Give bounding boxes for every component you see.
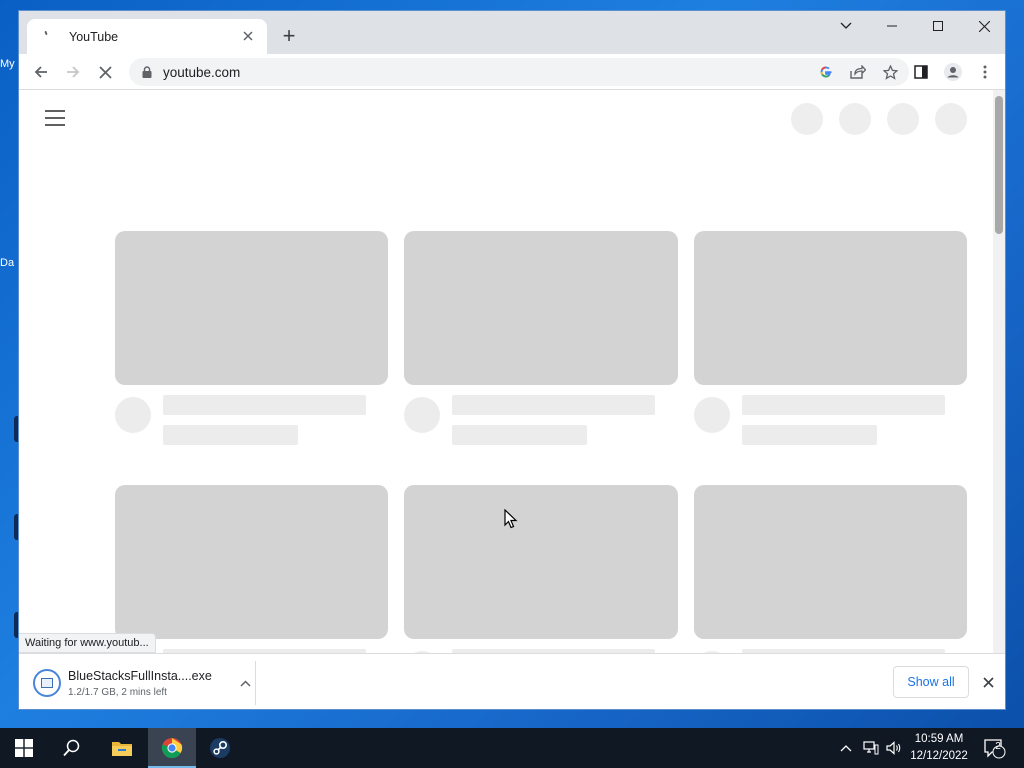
thumbnail-placeholder <box>404 231 678 385</box>
header-placeholder <box>935 103 967 135</box>
arrow-right-icon <box>67 66 80 78</box>
network-icon[interactable] <box>860 728 882 768</box>
clock-time: 10:59 AM <box>914 733 964 745</box>
download-item[interactable]: BlueStacksFullInsta....exe 1.2/1.7 GB, 2… <box>33 662 255 704</box>
divider <box>255 661 256 705</box>
chevron-up-icon[interactable] <box>235 673 255 693</box>
lock-icon[interactable] <box>139 64 155 80</box>
loading-favicon-icon <box>39 29 55 45</box>
title-placeholder <box>742 395 945 415</box>
header-placeholder <box>887 103 919 135</box>
file-explorer-icon[interactable] <box>98 728 146 768</box>
download-progress-icon <box>33 669 61 697</box>
address-bar[interactable]: youtube.com <box>129 58 909 86</box>
steam-icon[interactable] <box>196 728 244 768</box>
side-panel-icon[interactable] <box>907 58 935 86</box>
header-placeholder <box>839 103 871 135</box>
close-window-button[interactable] <box>961 11 1005 41</box>
title-placeholder <box>452 395 655 415</box>
thumbnail-placeholder <box>694 231 967 385</box>
video-skeleton-card[interactable] <box>115 485 388 653</box>
tab-youtube[interactable]: YouTube <box>27 19 267 54</box>
minimize-button[interactable] <box>869 11 915 41</box>
close-download-shelf-icon[interactable] <box>977 671 999 693</box>
clock-date: 12/12/2022 <box>910 750 968 762</box>
video-skeleton-card[interactable] <box>404 231 678 445</box>
kebab-menu-icon[interactable] <box>971 58 999 86</box>
chrome-icon[interactable] <box>148 728 196 768</box>
header-placeholder <box>791 103 823 135</box>
video-skeleton-card[interactable] <box>404 485 678 653</box>
download-progress-text: 1.2/1.7 GB, 2 mins left <box>68 686 167 698</box>
thumbnail-placeholder <box>694 485 967 639</box>
maximize-button[interactable] <box>915 11 961 41</box>
start-icon[interactable] <box>0 728 48 768</box>
video-skeleton-card[interactable] <box>115 231 388 445</box>
mouse-cursor-icon <box>504 509 518 529</box>
show-all-button[interactable]: Show all <box>893 666 969 698</box>
notification-center-icon[interactable]: 2 <box>980 728 1008 768</box>
youtube-page <box>19 90 994 653</box>
notification-count: 2 <box>995 741 1001 752</box>
download-shelf: BlueStacksFullInsta....exe 1.2/1.7 GB, 2… <box>19 653 1005 709</box>
forward-button[interactable] <box>59 58 87 86</box>
system-clock[interactable]: 10:59 AM 12/12/2022 <box>904 731 974 765</box>
scrollbar-thumb[interactable] <box>995 96 1003 234</box>
avatar-placeholder <box>404 397 440 433</box>
status-bubble: Waiting for www.youtub... <box>19 633 156 653</box>
thumbnail-placeholder <box>115 231 388 385</box>
meta-placeholder <box>742 425 877 445</box>
meta-placeholder <box>452 425 587 445</box>
hamburger-menu-icon[interactable] <box>45 110 65 126</box>
desktop-icon-label[interactable]: My <box>0 58 18 70</box>
browser-window: YouTube + youtube.com Waiting for www.yo… <box>18 10 1006 710</box>
page-scrollbar[interactable] <box>993 90 1005 653</box>
download-file-name: BlueStacksFullInsta....exe <box>68 668 212 683</box>
google-icon[interactable] <box>815 61 837 83</box>
star-icon[interactable] <box>879 61 901 83</box>
desktop-icon-label[interactable]: Da <box>0 257 18 269</box>
search-icon[interactable] <box>48 728 96 768</box>
tab-search-icon[interactable] <box>823 11 869 41</box>
new-tab-button[interactable]: + <box>277 24 301 48</box>
stop-loading-button[interactable] <box>91 58 119 86</box>
arrow-left-icon <box>34 66 47 78</box>
share-icon[interactable] <box>847 61 869 83</box>
close-icon <box>98 65 112 79</box>
profile-icon[interactable] <box>939 58 967 86</box>
thumbnail-placeholder <box>115 485 388 639</box>
thumbnail-placeholder <box>404 485 678 639</box>
avatar-placeholder <box>115 397 151 433</box>
url-text[interactable]: youtube.com <box>163 65 815 80</box>
video-skeleton-card[interactable] <box>694 231 967 445</box>
browser-toolbar: youtube.com <box>19 54 1005 90</box>
back-button[interactable] <box>27 58 55 86</box>
tab-close-icon[interactable] <box>239 28 257 46</box>
taskbar: 10:59 AM 12/12/2022 2 <box>0 728 1024 768</box>
video-skeleton-card[interactable] <box>694 485 967 653</box>
title-bar: YouTube + <box>19 11 1005 54</box>
avatar-placeholder <box>694 397 730 433</box>
meta-placeholder <box>163 425 298 445</box>
tab-title: YouTube <box>69 29 119 44</box>
volume-icon[interactable] <box>884 728 904 768</box>
chevron-up-icon[interactable] <box>836 728 856 768</box>
title-placeholder <box>163 395 366 415</box>
